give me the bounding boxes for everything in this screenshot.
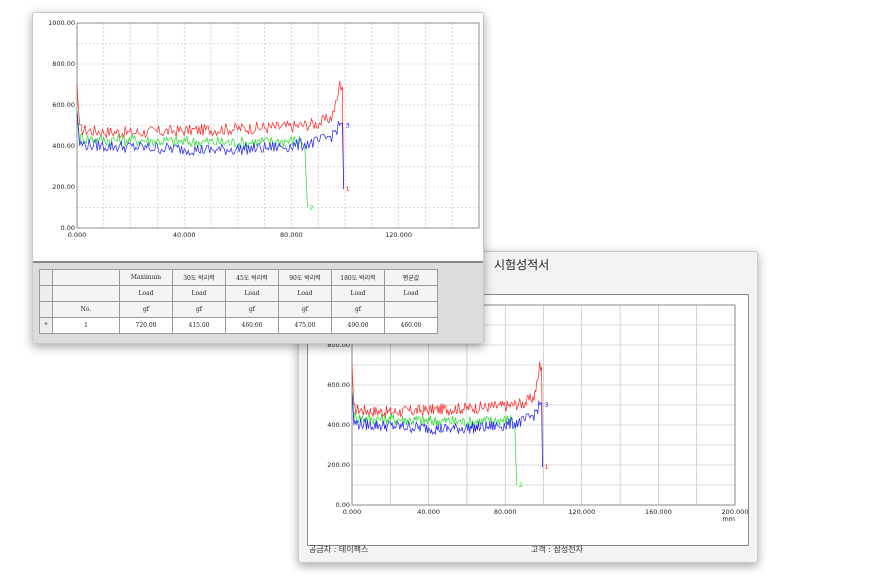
table-cell: gf — [119, 301, 173, 318]
row-selector[interactable] — [39, 269, 53, 286]
x-tick-label: 40.000 — [173, 231, 196, 239]
x-tick-label: 80.000 — [280, 231, 303, 239]
measurement-window: 0.000 40.000 80.000 120.000 0.00 200.00 400.00… — [32, 12, 484, 344]
x-tick-label: 120.000 — [568, 508, 595, 516]
table-cell: 460.00 — [225, 317, 279, 334]
x-tick-label: 160.000 — [645, 508, 672, 516]
y-tick-label: 400.00 — [52, 142, 75, 150]
y-tick-label: 1000.00 — [48, 19, 75, 27]
row-selector[interactable]: * — [39, 317, 53, 334]
report-title: 시험성적서 — [494, 258, 550, 272]
results-table: Maximum 30도 박리력 45도 박리력 90도 박리력 180도 박리력 평균값 L… — [39, 269, 438, 334]
table-cell: Load — [119, 285, 173, 302]
row-selector[interactable] — [39, 301, 53, 318]
series-1-line — [351, 361, 543, 468]
table-cell — [52, 285, 120, 302]
series-1-label: 1 — [545, 463, 549, 471]
row-selector[interactable] — [39, 285, 53, 302]
table-cell — [52, 269, 120, 286]
table-cell: Load — [172, 285, 226, 302]
table-cell: Load — [384, 285, 438, 302]
chart-grid — [76, 22, 480, 229]
table-cell: 90도 박리력 — [278, 269, 332, 286]
table-cell: 평균값 — [384, 269, 438, 286]
x-tick-label: 80.000 — [494, 508, 517, 516]
results-panel: Maximum 30도 박리력 45도 박리력 90도 박리력 180도 박리력 평균값 L… — [33, 261, 483, 343]
table-cell: Load — [331, 285, 385, 302]
table-cell: gf — [331, 301, 385, 318]
table-cell: 30도 박리력 — [172, 269, 226, 286]
table-cell: 475.00 — [278, 317, 332, 334]
customer-label: 고객 : 삼성전자 — [531, 545, 583, 554]
y-tick-label: 0.00 — [336, 501, 350, 509]
series-2-label: 2 — [519, 481, 523, 489]
measurement-chart: 0.000 40.000 80.000 120.000 0.00 200.00 400.00… — [48, 19, 480, 239]
table-cell: Load — [225, 285, 279, 302]
table-cell: gf — [225, 301, 279, 318]
series-2-label: 2 — [309, 204, 313, 212]
x-axis-label: mm — [722, 515, 735, 523]
y-tick-label: 200.00 — [52, 183, 75, 191]
table-cell: 45도 박리력 — [225, 269, 279, 286]
x-tick-label: 0.000 — [343, 508, 362, 516]
table-cell: No. — [52, 301, 120, 318]
table-cell: 720.00 — [119, 317, 173, 334]
table-cell: gf — [278, 301, 332, 318]
table-cell: gf — [172, 301, 226, 318]
x-tick-label: 40.000 — [417, 508, 440, 516]
series-3-label: 3 — [346, 121, 350, 129]
y-tick-label: 200.00 — [327, 461, 350, 469]
table-cell: 415.00 — [172, 317, 226, 334]
y-tick-label: 0.00 — [61, 224, 75, 232]
y-tick-label: 400.00 — [327, 421, 350, 429]
series-1-label: 1 — [346, 185, 350, 193]
table-cell: Maximum — [119, 269, 173, 286]
x-tick-label: 0.000 — [68, 231, 87, 239]
table-measure-row: Load Load Load Load Load Load — [39, 285, 438, 302]
table-cell: 180도 박리력 — [331, 269, 385, 286]
table-row: * 1 720.00 415.00 460.00 475.00 490.00 460.00 — [39, 317, 438, 334]
y-tick-label: 600.00 — [327, 381, 350, 389]
supplier-label: 공급자 : 테이팩스 — [309, 545, 369, 554]
table-cell: 460.00 — [384, 317, 438, 334]
y-tick-label: 800.00 — [52, 60, 75, 68]
x-tick-label: 120.000 — [385, 231, 412, 239]
table-cell: 490.00 — [331, 317, 385, 334]
y-tick-label: 600.00 — [52, 101, 75, 109]
table-unit-row: No. gf gf gf gf gf — [39, 301, 438, 318]
table-cell: 1 — [52, 317, 120, 334]
series-3-label: 3 — [545, 401, 549, 409]
table-cell — [384, 301, 438, 318]
series-1-line — [76, 81, 345, 190]
table-cell: Load — [278, 285, 332, 302]
table-header-row: Maximum 30도 박리력 45도 박리력 90도 박리력 180도 박리력 평균값 — [39, 269, 438, 286]
